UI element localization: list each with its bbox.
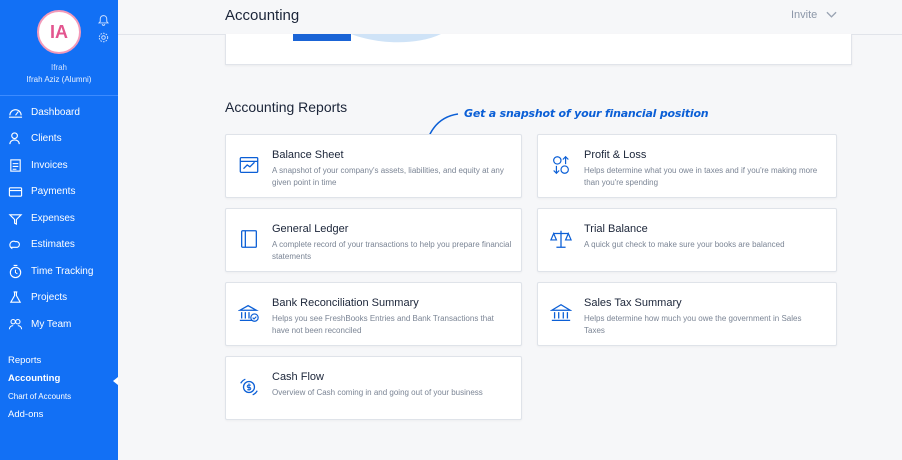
estimates-icon bbox=[8, 237, 23, 252]
active-indicator bbox=[113, 377, 118, 385]
sidebar-item-projects[interactable]: Projects bbox=[0, 285, 118, 312]
invite-button[interactable]: Invite bbox=[791, 9, 817, 21]
scale-icon bbox=[550, 230, 572, 248]
payments-icon bbox=[8, 184, 23, 199]
report-card-general-ledger[interactable]: General Ledger A complete record of your… bbox=[225, 208, 522, 272]
report-card-sales-tax[interactable]: Sales Tax Summary Helps determine how mu… bbox=[537, 282, 837, 346]
sidebar-nav: Dashboard Clients Invoices Payments Expe… bbox=[0, 99, 118, 338]
sidebar: IA Ifrah Ifrah Aziz (Alumni) Dashboard C… bbox=[0, 0, 118, 460]
sidebar-item-chart-of-accounts[interactable]: Chart of Accounts bbox=[8, 390, 71, 408]
balance-sheet-icon bbox=[239, 157, 259, 173]
sidebar-item-estimates[interactable]: Estimates bbox=[0, 232, 118, 259]
sidebar-item-invoices[interactable]: Invoices bbox=[0, 152, 118, 179]
report-card-balance-sheet[interactable]: Balance Sheet A snapshot of your company… bbox=[225, 134, 522, 198]
sidebar-divider bbox=[0, 95, 118, 96]
sidebar-item-addons[interactable]: Add-ons bbox=[8, 408, 71, 426]
bell-icon[interactable] bbox=[97, 14, 110, 27]
time-tracking-icon bbox=[8, 264, 23, 279]
gear-icon[interactable] bbox=[97, 31, 110, 44]
report-description: Overview of Cash coming in and going out… bbox=[272, 388, 483, 397]
sidebar-item-time-tracking[interactable]: Time Tracking bbox=[0, 258, 118, 285]
sidebar-item-label: Estimates bbox=[31, 239, 75, 251]
page-title: Accounting bbox=[225, 7, 300, 24]
report-card-profit-loss[interactable]: Profit & Loss Helps determine what you o… bbox=[537, 134, 837, 198]
sidebar-item-label: Time Tracking bbox=[31, 265, 94, 277]
report-title: General Ledger bbox=[272, 223, 349, 235]
invoices-icon bbox=[8, 158, 23, 173]
cash-flow-icon bbox=[240, 378, 258, 396]
report-description: Helps you see FreshBooks Entries and Ban… bbox=[272, 314, 494, 335]
report-title: Bank Reconciliation Summary bbox=[272, 297, 419, 309]
sidebar-item-reports[interactable]: Reports bbox=[8, 354, 71, 372]
chart-card-remnant bbox=[225, 34, 852, 65]
sidebar-item-label: Dashboard bbox=[31, 106, 80, 118]
sidebar-item-dashboard[interactable]: Dashboard bbox=[0, 99, 118, 126]
sidebar-subnav: Reports Accounting Chart of Accounts Add… bbox=[8, 354, 71, 426]
report-title: Trial Balance bbox=[584, 223, 648, 235]
report-description: Helps determine what you owe in taxes an… bbox=[584, 166, 818, 187]
report-title: Sales Tax Summary bbox=[584, 297, 682, 309]
report-description: A snapshot of your company's assets, lia… bbox=[272, 166, 504, 187]
sidebar-item-label: My Team bbox=[31, 318, 72, 330]
report-description: A complete record of your transactions t… bbox=[272, 240, 512, 261]
sidebar-item-expenses[interactable]: Expenses bbox=[0, 205, 118, 232]
sidebar-item-label: Clients bbox=[31, 133, 62, 145]
sidebar-item-label: Projects bbox=[31, 292, 68, 304]
report-description: A quick gut check to make sure your book… bbox=[584, 240, 785, 249]
report-card-trial-balance[interactable]: Trial Balance A quick gut check to make … bbox=[537, 208, 837, 272]
annotation-text: Get a snapshot of your financial positio… bbox=[464, 107, 709, 120]
user-name: Ifrah bbox=[50, 63, 67, 72]
sidebar-item-my-team[interactable]: My Team bbox=[0, 311, 118, 338]
user-subtitle: Ifrah Aziz (Alumni) bbox=[26, 75, 92, 84]
report-title: Profit & Loss bbox=[584, 149, 647, 161]
sidebar-item-payments[interactable]: Payments bbox=[0, 179, 118, 206]
report-description: Helps determine how much you owe the gov… bbox=[584, 314, 802, 335]
chart-decoration bbox=[293, 34, 441, 43]
page-header: Accounting Invite bbox=[118, 0, 902, 35]
dashboard-icon bbox=[8, 105, 23, 120]
sidebar-item-clients[interactable]: Clients bbox=[0, 126, 118, 153]
bank-icon bbox=[550, 304, 572, 321]
sidebar-item-label: Payments bbox=[31, 186, 76, 198]
avatar[interactable]: IA bbox=[37, 10, 81, 54]
report-title: Cash Flow bbox=[272, 371, 324, 383]
profit-loss-icon bbox=[553, 155, 569, 175]
bank-reconciliation-icon bbox=[238, 304, 259, 322]
expenses-icon bbox=[8, 211, 23, 226]
report-card-cash-flow[interactable]: Cash Flow Overview of Cash coming in and… bbox=[225, 356, 522, 420]
report-card-bank-reconciliation[interactable]: Bank Reconciliation Summary Helps you se… bbox=[225, 282, 522, 346]
projects-icon bbox=[8, 290, 23, 305]
clients-icon bbox=[8, 131, 23, 146]
sidebar-item-label: Invoices bbox=[31, 159, 68, 171]
section-title: Accounting Reports bbox=[225, 99, 348, 115]
team-icon bbox=[8, 317, 23, 332]
report-title: Balance Sheet bbox=[272, 149, 344, 161]
sidebar-item-label: Expenses bbox=[31, 212, 75, 224]
sidebar-item-accounting[interactable]: Accounting bbox=[8, 372, 71, 390]
sidebar-top-icons bbox=[97, 14, 113, 48]
chevron-down-icon[interactable] bbox=[826, 11, 837, 19]
ledger-icon bbox=[241, 230, 257, 248]
